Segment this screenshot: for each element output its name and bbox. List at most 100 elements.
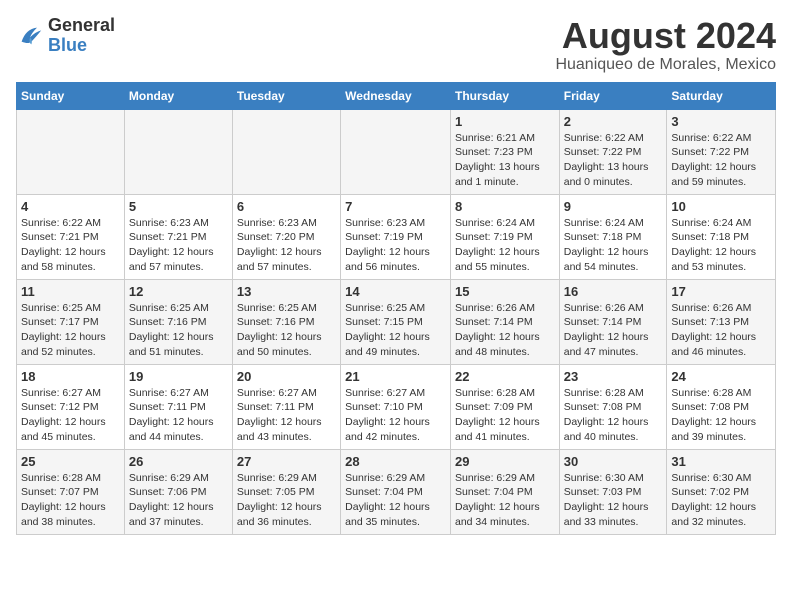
calendar-cell: 13 Sunrise: 6:25 AM Sunset: 7:16 PM Dayli… [232,279,340,364]
calendar-cell [124,109,232,194]
day-number: 17 [671,284,771,299]
day-info: Sunrise: 6:25 AM Sunset: 7:17 PM Dayligh… [21,301,120,360]
logo-general-text: General [48,15,115,35]
calendar-cell: 23Sunrise: 6:28 AM Sunset: 7:08 PM Dayli… [559,364,667,449]
col-header-saturday: Saturday [667,82,776,109]
day-number: 12 [129,284,228,299]
calendar-table: SundayMondayTuesdayWednesdayThursdayFrid… [16,82,776,535]
location-subtitle: Huaniqueo de Morales, Mexico [555,56,776,74]
col-header-wednesday: Wednesday [341,82,451,109]
day-number: 5 [129,199,228,214]
day-number: 16 [564,284,663,299]
day-info: Sunrise: 6:23 AM Sunset: 7:21 PM Dayligh… [129,216,228,275]
col-header-sunday: Sunday [17,82,125,109]
day-number: 28 [345,454,446,469]
calendar-week-row: 25 Sunrise: 6:28 AM Sunset: 7:07 PM Dayli… [17,449,776,534]
day-info: Sunrise: 6:30 AM Sunset: 7:02 PM Dayligh… [671,471,771,530]
calendar-week-row: 4 Sunrise: 6:22 AM Sunset: 7:21 PM Daylig… [17,194,776,279]
day-info: Sunrise: 6:23 AM Sunset: 7:20 PM Dayligh… [237,216,336,275]
calendar-cell: 4 Sunrise: 6:22 AM Sunset: 7:21 PM Daylig… [17,194,125,279]
calendar-cell: 3Sunrise: 6:22 AM Sunset: 7:22 PM Daylig… [667,109,776,194]
day-number: 4 [21,199,120,214]
day-info: Sunrise: 6:30 AM Sunset: 7:03 PM Dayligh… [564,471,663,530]
calendar-cell: 10 Sunrise: 6:24 AM Sunset: 7:18 PM Dayli… [667,194,776,279]
calendar-cell: 9 Sunrise: 6:24 AM Sunset: 7:18 PM Daylig… [559,194,667,279]
day-info: Sunrise: 6:22 AM Sunset: 7:21 PM Dayligh… [21,216,120,275]
day-number: 20 [237,369,336,384]
month-year-title: August 2024 [555,16,776,56]
day-number: 23 [564,369,663,384]
calendar-cell: 15Sunrise: 6:26 AM Sunset: 7:14 PM Dayli… [450,279,559,364]
day-info: Sunrise: 6:24 AM Sunset: 7:18 PM Dayligh… [671,216,771,275]
calendar-week-row: 18Sunrise: 6:27 AM Sunset: 7:12 PM Dayli… [17,364,776,449]
day-number: 1 [455,114,555,129]
calendar-cell: 1 Sunrise: 6:21 AM Sunset: 7:23 PM Daylig… [450,109,559,194]
col-header-monday: Monday [124,82,232,109]
calendar-cell [232,109,340,194]
calendar-cell: 24Sunrise: 6:28 AM Sunset: 7:08 PM Dayli… [667,364,776,449]
day-info: Sunrise: 6:22 AM Sunset: 7:22 PM Dayligh… [564,131,663,190]
day-number: 10 [671,199,771,214]
day-info: Sunrise: 6:26 AM Sunset: 7:13 PM Dayligh… [671,301,771,360]
day-number: 30 [564,454,663,469]
day-info: Sunrise: 6:28 AM Sunset: 7:08 PM Dayligh… [671,386,771,445]
col-header-thursday: Thursday [450,82,559,109]
page-header: General Blue August 2024 Huaniqueo de Mo… [16,16,776,74]
calendar-header-row: SundayMondayTuesdayWednesdayThursdayFrid… [17,82,776,109]
title-block: August 2024 Huaniqueo de Morales, Mexico [555,16,776,74]
calendar-cell [341,109,451,194]
day-number: 31 [671,454,771,469]
day-info: Sunrise: 6:23 AM Sunset: 7:19 PM Dayligh… [345,216,446,275]
calendar-cell: 5 Sunrise: 6:23 AM Sunset: 7:21 PM Daylig… [124,194,232,279]
day-info: Sunrise: 6:27 AM Sunset: 7:12 PM Dayligh… [21,386,120,445]
day-info: Sunrise: 6:26 AM Sunset: 7:14 PM Dayligh… [564,301,663,360]
logo: General Blue [16,16,115,56]
day-number: 7 [345,199,446,214]
calendar-cell: 16 Sunrise: 6:26 AM Sunset: 7:14 PM Dayli… [559,279,667,364]
logo-blue-text: Blue [48,35,87,55]
day-info: Sunrise: 6:25 AM Sunset: 7:16 PM Dayligh… [237,301,336,360]
col-header-tuesday: Tuesday [232,82,340,109]
calendar-cell: 8 Sunrise: 6:24 AM Sunset: 7:19 PM Daylig… [450,194,559,279]
calendar-cell: 26 Sunrise: 6:29 AM Sunset: 7:06 PM Dayli… [124,449,232,534]
calendar-cell: 11Sunrise: 6:25 AM Sunset: 7:17 PM Dayli… [17,279,125,364]
day-info: Sunrise: 6:29 AM Sunset: 7:04 PM Dayligh… [455,471,555,530]
calendar-week-row: 1 Sunrise: 6:21 AM Sunset: 7:23 PM Daylig… [17,109,776,194]
day-number: 14 [345,284,446,299]
day-info: Sunrise: 6:24 AM Sunset: 7:18 PM Dayligh… [564,216,663,275]
day-number: 29 [455,454,555,469]
calendar-cell: 19 Sunrise: 6:27 AM Sunset: 7:11 PM Dayli… [124,364,232,449]
calendar-cell: 31 Sunrise: 6:30 AM Sunset: 7:02 PM Dayli… [667,449,776,534]
calendar-cell: 14 Sunrise: 6:25 AM Sunset: 7:15 PM Dayli… [341,279,451,364]
day-number: 26 [129,454,228,469]
calendar-cell: 28Sunrise: 6:29 AM Sunset: 7:04 PM Dayli… [341,449,451,534]
calendar-cell: 25 Sunrise: 6:28 AM Sunset: 7:07 PM Dayli… [17,449,125,534]
day-number: 15 [455,284,555,299]
day-number: 25 [21,454,120,469]
calendar-week-row: 11Sunrise: 6:25 AM Sunset: 7:17 PM Dayli… [17,279,776,364]
calendar-cell: 22Sunrise: 6:28 AM Sunset: 7:09 PM Dayli… [450,364,559,449]
calendar-cell: 17 Sunrise: 6:26 AM Sunset: 7:13 PM Dayli… [667,279,776,364]
day-number: 22 [455,369,555,384]
day-info: Sunrise: 6:28 AM Sunset: 7:07 PM Dayligh… [21,471,120,530]
day-number: 27 [237,454,336,469]
day-number: 9 [564,199,663,214]
day-number: 21 [345,369,446,384]
col-header-friday: Friday [559,82,667,109]
day-number: 8 [455,199,555,214]
day-info: Sunrise: 6:25 AM Sunset: 7:16 PM Dayligh… [129,301,228,360]
day-number: 19 [129,369,228,384]
calendar-cell: 18Sunrise: 6:27 AM Sunset: 7:12 PM Dayli… [17,364,125,449]
day-info: Sunrise: 6:21 AM Sunset: 7:23 PM Dayligh… [455,131,555,190]
calendar-cell [17,109,125,194]
day-info: Sunrise: 6:25 AM Sunset: 7:15 PM Dayligh… [345,301,446,360]
day-info: Sunrise: 6:24 AM Sunset: 7:19 PM Dayligh… [455,216,555,275]
day-info: Sunrise: 6:27 AM Sunset: 7:10 PM Dayligh… [345,386,446,445]
day-info: Sunrise: 6:29 AM Sunset: 7:05 PM Dayligh… [237,471,336,530]
day-info: Sunrise: 6:27 AM Sunset: 7:11 PM Dayligh… [129,386,228,445]
calendar-cell: 6Sunrise: 6:23 AM Sunset: 7:20 PM Daylig… [232,194,340,279]
day-number: 3 [671,114,771,129]
day-info: Sunrise: 6:29 AM Sunset: 7:06 PM Dayligh… [129,471,228,530]
calendar-cell: 29 Sunrise: 6:29 AM Sunset: 7:04 PM Dayli… [450,449,559,534]
day-number: 13 [237,284,336,299]
